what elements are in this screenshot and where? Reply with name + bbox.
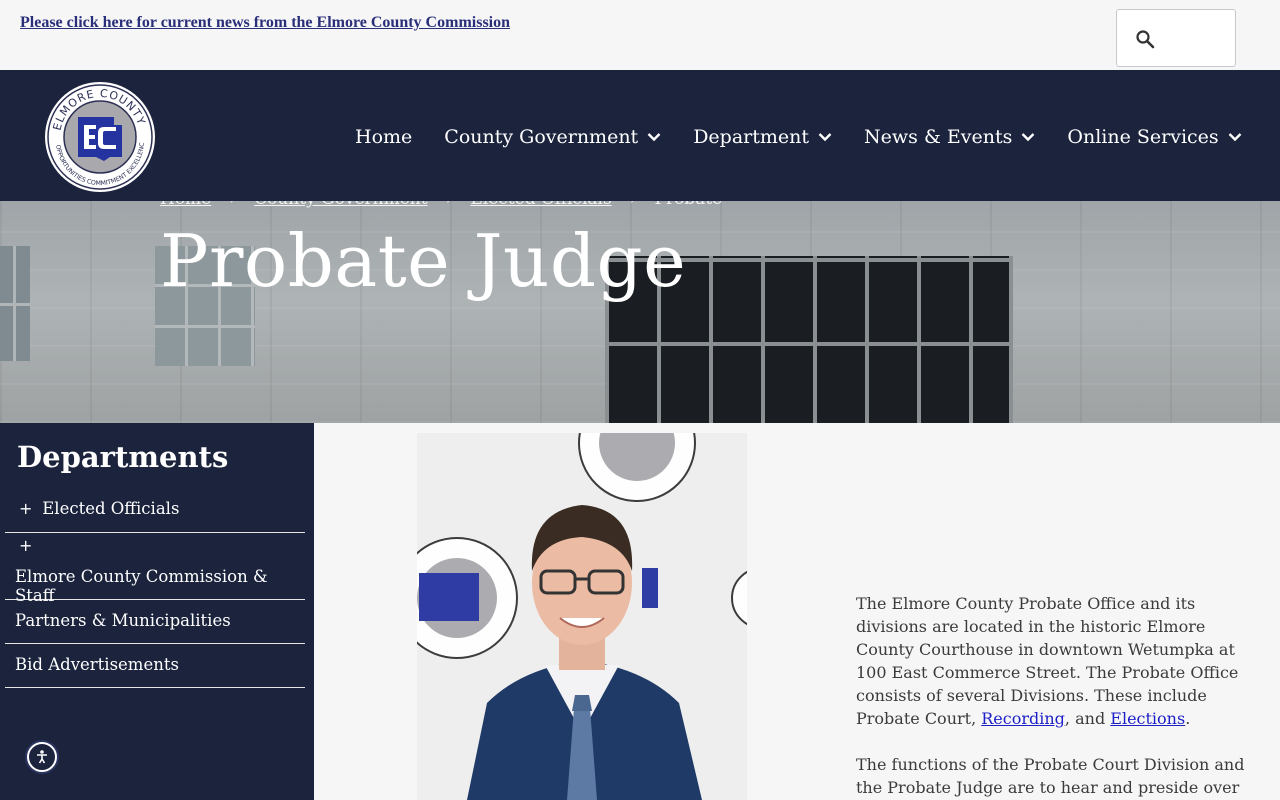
top-alert-bar: Please click here for current news from … [0,0,1280,70]
accessibility-icon [37,750,47,764]
nav-online-services-label: Online Services [1067,126,1219,148]
hero-window-left [0,246,30,361]
commission-news-link[interactable]: Please click here for current news from … [20,14,510,32]
sidebar-item-label: Elected Officials [42,499,180,518]
nav-online-services[interactable]: Online Services [1067,126,1242,148]
intro-text-end: . [1185,709,1191,728]
breadcrumb-current: Probate [655,201,723,209]
chevron-down-icon [818,133,832,142]
sidebar-item-elected-officials[interactable]: + Elected Officials [5,499,305,533]
nav-news-events-label: News & Events [864,126,1013,148]
sidebar-item-commission[interactable]: + Elmore County Commission & Staff [5,535,305,605]
probate-judge-photo [417,433,747,800]
breadcrumb-separator: › [229,201,236,209]
nav-home-label: Home [355,126,413,148]
sidebar-item-label: Bid Advertisements [15,655,179,674]
sidebar-item-label: Elmore County Commission & Staff [15,567,268,605]
nav-county-government-label: County Government [444,126,639,148]
sidebar-item-partners[interactable]: Partners & Municipalities [5,611,305,644]
accessibility-button[interactable] [27,742,57,772]
plus-icon[interactable]: + [19,535,37,557]
functions-paragraph: The functions of the Probate Court Divis… [856,755,1245,797]
nav-department-label: Department [693,126,810,148]
main-navbar: ELMORE COUNTY OPPORTUNITIES COMMITMENT E… [0,70,1280,201]
chevron-down-icon [647,133,661,142]
intro-paragraph: The Elmore County Probate Office and its… [856,592,1246,730]
chevron-down-icon [1022,133,1035,142]
breadcrumb: Home › County Government › Elected Offic… [160,201,722,209]
elections-link[interactable]: Elections [1110,709,1185,728]
search-icon [1136,30,1155,49]
plus-icon[interactable]: + [19,499,37,518]
search-button[interactable] [1116,9,1236,67]
nav-home[interactable]: Home [355,126,412,148]
sidebar-item-bid-advertisements[interactable]: Bid Advertisements [5,655,305,688]
breadcrumb-separator: › [446,201,453,209]
recording-link[interactable]: Recording [981,709,1065,728]
main-nav: Home County Government Department News &… [355,126,1274,148]
page-title: Probate Judge [160,219,687,303]
nav-county-government[interactable]: County Government [444,126,661,148]
breadcrumb-home[interactable]: Home [160,201,211,209]
nav-department[interactable]: Department [693,126,832,148]
chevron-down-icon [1228,133,1242,142]
intro-text: The Elmore County Probate Office and its… [856,594,1239,728]
breadcrumb-elected-officials[interactable]: Elected Officials [470,201,611,209]
hero-banner: Home › County Government › Elected Offic… [0,201,1280,423]
sidebar-heading: Departments [17,440,229,474]
breadcrumb-county-government[interactable]: County Government [254,201,428,209]
main-content: The Elmore County Probate Office and its… [856,592,1246,800]
nav-news-events[interactable]: News & Events [864,126,1035,148]
intro-text-mid: , and [1064,709,1111,728]
county-logo[interactable]: ELMORE COUNTY OPPORTUNITIES COMMITMENT E… [44,81,156,193]
breadcrumb-separator: › [630,201,637,209]
sidebar-item-label: Partners & Municipalities [15,611,231,630]
